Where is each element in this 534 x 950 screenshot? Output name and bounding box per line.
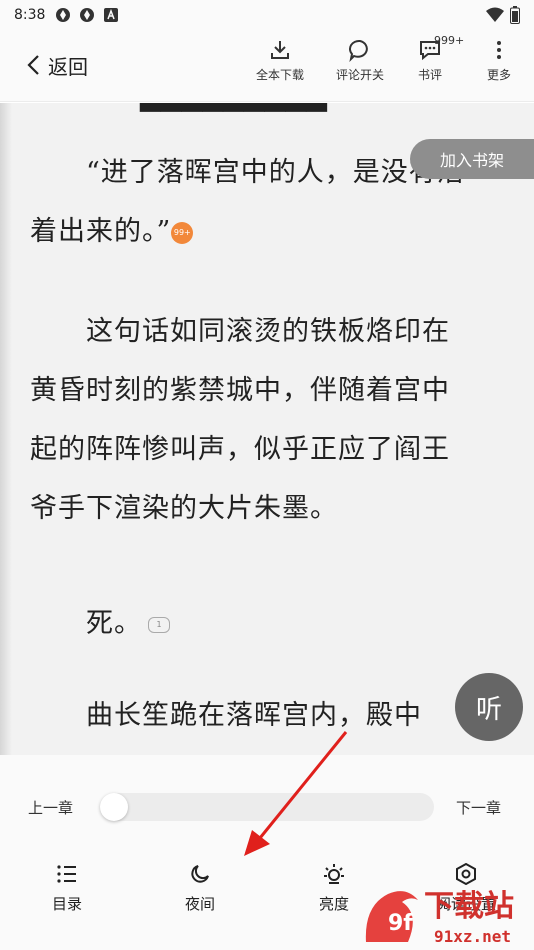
toc-label: 目录 [51,895,82,913]
more-label: 更多 [486,68,511,82]
paragraph: 这句话如同滚烫的铁板烙印在 黄昏时刻的紫禁城中，伴随着宫中 起的阵阵惨叫声，似乎… [30,302,510,538]
paragraph-line: 死。 [86,608,142,639]
watermark-text: 下载站 [424,889,514,924]
svg-text:9f: 9f [388,911,413,936]
comment-toggle-icon [349,39,368,62]
night-mode-label: 夜间 [184,895,215,913]
review-count-badge: 999+ [434,34,465,47]
book-review-label: 书评 [417,68,442,82]
paragraph-line: 着出来的。” [30,216,172,247]
list-icon [57,865,76,883]
battery-icon [510,6,520,24]
next-chapter-button[interactable]: 下一章 [456,797,501,818]
reader-toolbar: 返回 全本下载 评论开关 999+ 书评 更多 [0,30,534,102]
wifi-icon [486,7,504,22]
brightness-label: 亮度 [318,895,349,913]
brightness-icon [324,864,344,884]
watermark-logo: 9f 下载站 91xz.net [365,889,514,946]
slider-knob[interactable] [100,793,128,821]
moon-icon [191,865,209,883]
prev-chapter-button[interactable]: 上一章 [28,797,73,818]
site-watermark: 9f 下载站 91xz.net [362,880,534,950]
back-button[interactable]: 返回 [26,48,88,82]
more-button[interactable]: 更多 [467,38,531,83]
listen-button[interactable]: 听 [455,673,523,741]
page-edge-shadow [0,103,12,755]
paragraph-line: 爷手下渲染的大片朱墨。 [30,493,338,524]
status-time: 8:38 [14,7,46,23]
paragraph-line: 曲长笙跪在落晖宫内，殿中 [86,700,422,731]
chapter-progress-slider[interactable] [100,793,434,821]
comment-count-badge[interactable]: 1 [148,616,170,633]
download-icon [271,41,289,59]
comment-toggle-label: 评论开关 [335,68,384,82]
partially-hidden-line: ▆▆▆▆▆▆▆▆▆ [140,103,327,112]
download-all-label: 全本下载 [255,68,304,82]
download-all-button[interactable]: 全本下载 [248,38,312,83]
paragraph: 死。 1 [30,594,510,653]
comment-toggle-button[interactable]: 评论开关 [328,38,392,83]
paragraph-line: 这句话如同滚烫的铁板烙印在 [86,316,450,347]
more-icon [497,41,501,59]
paragraph-line: 起的阵阵惨叫声，似乎正应了阎王 [30,434,450,465]
status-bar: 8:38 [0,0,534,30]
notification-a-icon [104,8,119,22]
back-label: 返回 [48,54,88,79]
chevron-left-icon [27,55,39,75]
app-notification-icon [80,8,95,22]
book-review-button[interactable]: 999+ 书评 [398,34,464,83]
watermark-url: 91xz.net [434,927,511,946]
paragraph-line: 黄昏时刻的紫禁城中，伴随着宫中 [30,375,450,406]
night-mode-button[interactable]: 夜间 [160,863,240,914]
add-to-shelf-button[interactable]: 加入书架 [410,139,534,179]
app-notification-icon [56,8,71,22]
reading-page[interactable]: ▆▆▆▆▆▆▆▆▆ “进了落晖宫中的人，是没有活 着出来的。”99+ 这句话如同… [0,103,534,755]
toc-button[interactable]: 目录 [27,863,107,914]
hot-comment-badge[interactable]: 99+ [171,221,194,244]
